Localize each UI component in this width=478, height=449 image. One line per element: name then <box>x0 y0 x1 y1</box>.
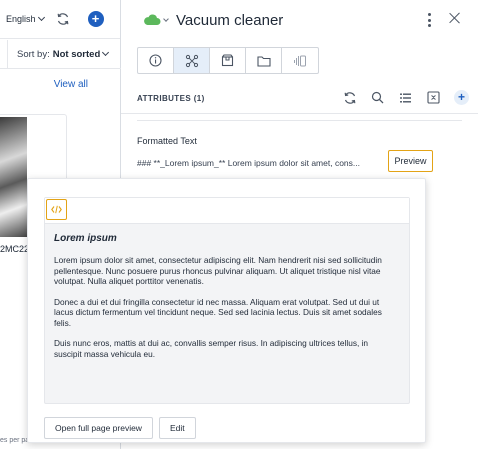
search-icon[interactable] <box>370 90 385 105</box>
refresh-icon[interactable] <box>342 90 357 105</box>
product-title: Vacuum cleaner <box>176 11 284 29</box>
attributes-actions: + <box>342 90 469 105</box>
product-code: 2MC22 <box>0 244 30 254</box>
attribute-label: Formatted Text <box>137 136 197 146</box>
attributes-toolbar: ATTRIBUTES (1) + <box>121 80 478 114</box>
language-select[interactable]: English <box>6 13 45 24</box>
sort-value: Not sorted <box>52 48 101 60</box>
attributes-icon <box>185 54 198 67</box>
edit-button[interactable]: Edit <box>158 417 196 439</box>
tab-attributes[interactable] <box>174 48 210 73</box>
preview-paragraph: Duis nunc eros, mattis at dui ac, conval… <box>54 338 369 359</box>
attributes-header: ATTRIBUTES (1) <box>137 94 205 103</box>
sort-label: Sort by: <box>17 48 50 60</box>
chevron-down-icon <box>37 13 45 22</box>
view-all-link[interactable]: View all <box>54 79 88 90</box>
preview-heading: Lorem ipsum <box>54 233 117 244</box>
attribute-value: ### **_Lorem ipsum_** Lorem ipsum dolor … <box>137 158 360 168</box>
detail-tabs <box>137 47 319 74</box>
code-view-button[interactable] <box>46 199 67 220</box>
tab-package[interactable] <box>210 48 246 73</box>
preview-content: Lorem ipsum Lorem ipsum dolor sit amet, … <box>45 224 409 359</box>
tab-folder[interactable] <box>246 48 282 73</box>
open-full-preview-button[interactable]: Open full page preview <box>44 417 153 439</box>
folder-icon <box>256 55 271 67</box>
add-button[interactable]: + <box>87 11 104 27</box>
preview-box: Lorem ipsum Lorem ipsum dolor sit amet, … <box>44 197 410 404</box>
list-view-icon[interactable] <box>398 90 413 105</box>
product-image <box>0 117 27 237</box>
package-icon <box>221 54 234 67</box>
audio-icon <box>294 55 306 66</box>
code-icon <box>51 205 62 214</box>
left-toolbar: English + <box>0 0 120 39</box>
preview-paragraph: Donec a dui et dui fringilla consectetur… <box>54 296 382 328</box>
collapse-icon[interactable] <box>426 90 441 105</box>
tab-info[interactable] <box>138 48 174 73</box>
preview-toolbar <box>45 198 409 224</box>
tab-audio[interactable] <box>282 48 318 73</box>
language-label: English <box>6 14 36 24</box>
chevron-down-icon[interactable] <box>163 15 169 22</box>
divider <box>7 39 8 69</box>
cloud-status-icon <box>143 14 161 26</box>
pagination-text: es per pa <box>0 437 30 444</box>
preview-popover: Lorem ipsum Lorem ipsum dolor sit amet, … <box>27 178 426 443</box>
chevron-down-icon <box>102 48 110 57</box>
detail-header: Vacuum cleaner <box>121 0 478 40</box>
popover-actions: Open full page preview Edit <box>44 417 196 439</box>
add-attribute-button[interactable]: + <box>454 90 469 105</box>
sync-icon[interactable] <box>56 12 70 26</box>
attribute-row <box>137 120 462 121</box>
preview-paragraph: Lorem ipsum dolor sit amet, consectetur … <box>54 255 382 286</box>
more-options-icon[interactable] <box>428 13 432 27</box>
close-icon[interactable] <box>448 12 460 24</box>
sort-select[interactable]: Sort by: Not sorted <box>17 48 110 60</box>
info-icon <box>149 54 162 67</box>
sort-bar: Sort by: Not sorted <box>0 39 121 69</box>
preview-button[interactable]: Preview <box>388 150 433 172</box>
